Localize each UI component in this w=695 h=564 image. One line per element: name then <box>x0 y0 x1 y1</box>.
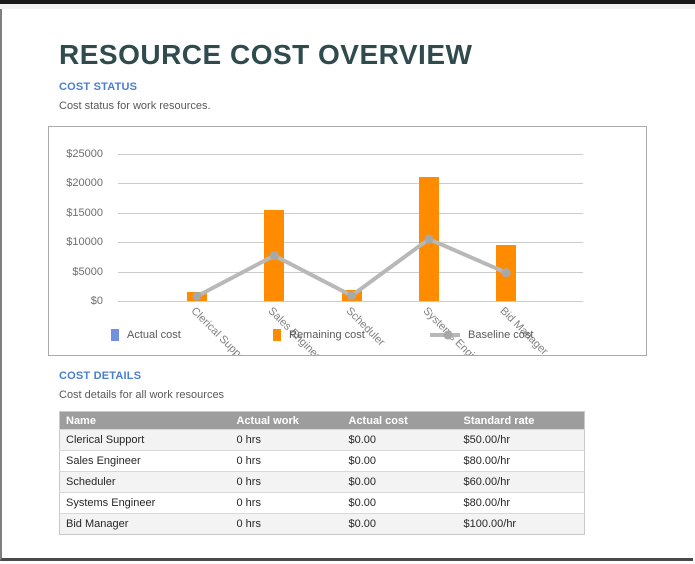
cost-details-description: Cost details for all work resources <box>59 389 224 401</box>
table-cell: Clerical Support <box>60 430 231 451</box>
cost-status-description: Cost status for work resources. <box>59 100 211 112</box>
table-cell: $0.00 <box>343 493 458 514</box>
y-tick-label: $25000 <box>55 148 103 160</box>
table-cell: 0 hrs <box>231 430 343 451</box>
legend-line-swatch <box>430 329 460 341</box>
bar-remaining-cost <box>496 245 516 301</box>
column-header-actual-cost: Actual cost <box>343 412 458 430</box>
legend-label: Remaining cost <box>289 329 365 341</box>
table-cell: $80.00/hr <box>458 493 585 514</box>
bar-remaining-cost <box>187 292 207 301</box>
gridline <box>118 183 583 184</box>
cost-status-heading: COST STATUS <box>59 81 137 93</box>
table-cell: Scheduler <box>60 472 231 493</box>
table-row: Scheduler0 hrs$0.00$60.00/hr <box>60 472 585 493</box>
gridline <box>118 301 583 302</box>
table-cell: $100.00/hr <box>458 514 585 535</box>
table-cell: 0 hrs <box>231 472 343 493</box>
baseline-cost-line <box>49 127 646 355</box>
y-tick-label: $5000 <box>55 266 103 278</box>
x-axis-label: Clerical Support <box>189 305 253 356</box>
table-row: Clerical Support0 hrs$0.00$50.00/hr <box>60 430 585 451</box>
table-cell: $60.00/hr <box>458 472 585 493</box>
table-row: Sales Engineer0 hrs$0.00$80.00/hr <box>60 451 585 472</box>
gridline <box>118 242 583 243</box>
column-header-name: Name <box>60 412 231 430</box>
cost-details-table: NameActual workActual costStandard rate … <box>59 411 585 535</box>
legend-item-actual-cost: Actual cost <box>111 329 181 341</box>
table-cell: Bid Manager <box>60 514 231 535</box>
y-tick-label: $20000 <box>55 177 103 189</box>
page-title: RESOURCE COST OVERVIEW <box>59 39 472 71</box>
table-cell: 0 hrs <box>231 451 343 472</box>
table-cell: $80.00/hr <box>458 451 585 472</box>
cost-details-heading: COST DETAILS <box>59 370 141 382</box>
legend-color-swatch <box>273 329 281 341</box>
table-cell: $0.00 <box>343 514 458 535</box>
legend-label: Actual cost <box>127 329 181 341</box>
table-row: Bid Manager0 hrs$0.00$100.00/hr <box>60 514 585 535</box>
y-tick-label: $15000 <box>55 207 103 219</box>
bar-remaining-cost <box>342 290 362 301</box>
table-cell: Systems Engineer <box>60 493 231 514</box>
gridline <box>118 154 583 155</box>
legend-item-baseline-cost: Baseline cost <box>430 329 533 341</box>
gridline <box>118 213 583 214</box>
table-cell: $0.00 <box>343 451 458 472</box>
cost-status-chart: $0 $5000 $10000 $15000 $20000 $25000 Clerical… <box>48 126 647 356</box>
table-cell: 0 hrs <box>231 514 343 535</box>
table-cell: Sales Engineer <box>60 451 231 472</box>
table-cell: 0 hrs <box>231 493 343 514</box>
column-header-actual-work: Actual work <box>231 412 343 430</box>
legend-color-swatch <box>111 329 119 341</box>
bar-remaining-cost <box>419 177 439 301</box>
x-axis-label: Scheduler <box>343 305 387 349</box>
report-page: RESOURCE COST OVERVIEW COST STATUS Cost … <box>0 9 693 561</box>
table-header-row: NameActual workActual costStandard rate <box>60 412 585 430</box>
legend-label: Baseline cost <box>468 329 533 341</box>
table-cell: $0.00 <box>343 430 458 451</box>
table-cell: $0.00 <box>343 472 458 493</box>
y-tick-label: $0 <box>55 295 103 307</box>
bar-remaining-cost <box>264 210 284 301</box>
table-cell: $50.00/hr <box>458 430 585 451</box>
table-row: Systems Engineer0 hrs$0.00$80.00/hr <box>60 493 585 514</box>
column-header-standard-rate: Standard rate <box>458 412 585 430</box>
legend-item-remaining-cost: Remaining cost <box>273 329 365 341</box>
y-tick-label: $10000 <box>55 236 103 248</box>
